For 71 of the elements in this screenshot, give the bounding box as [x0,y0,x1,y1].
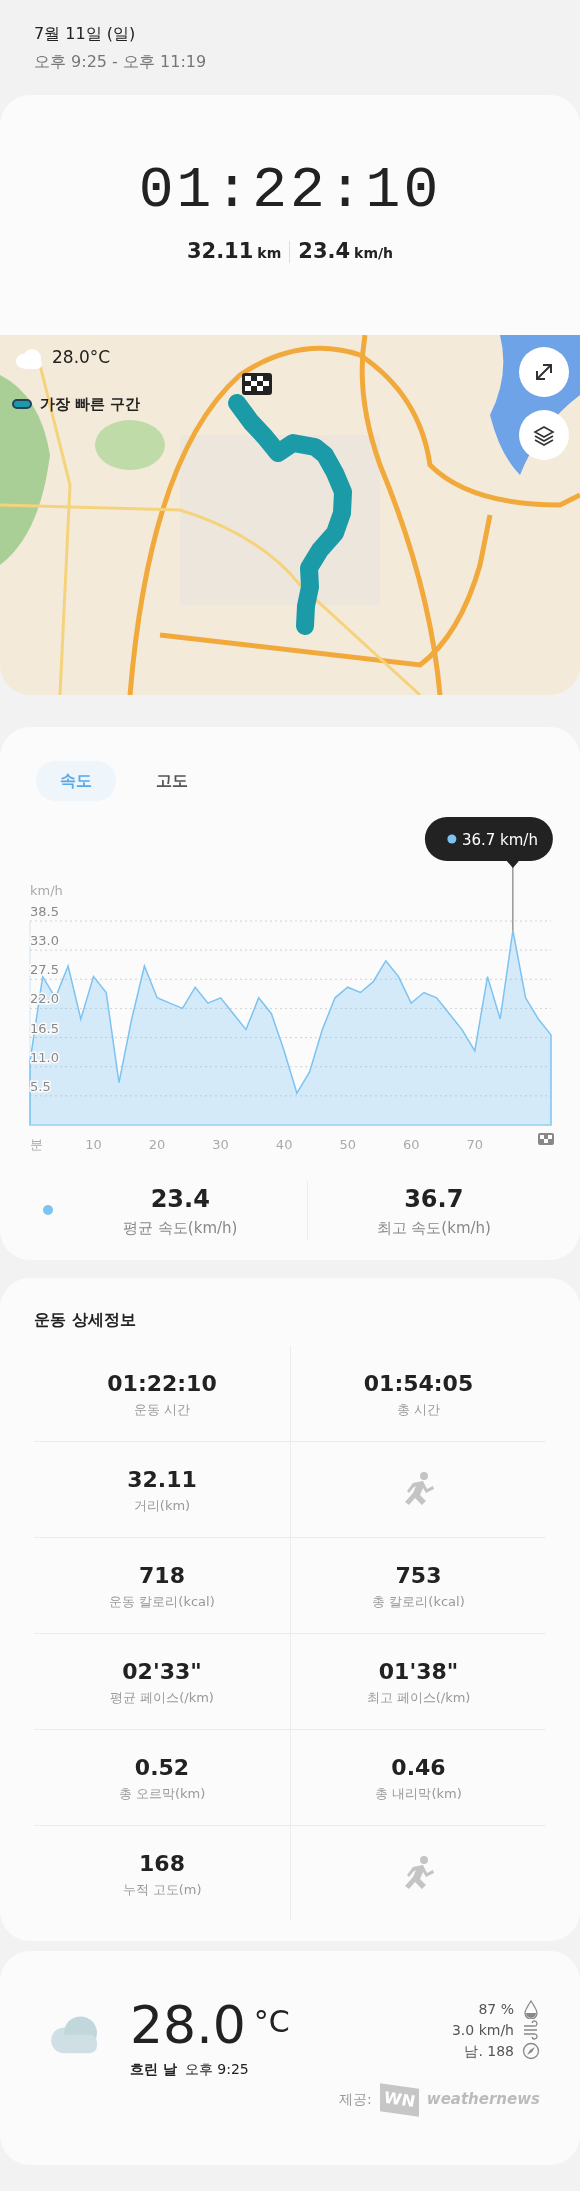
date-text: 7월 11일 (일) [34,23,137,45]
stat-value: 0.52 [134,1753,190,1782]
provider-name: weathernews [426,2089,540,2111]
axis-label: 70 [466,1137,484,1152]
marker-line [512,866,514,932]
stat-value: 753 [395,1561,442,1590]
stat-label: 총 오르막(km) [118,1784,206,1803]
stat-label: 평균 페이스(/km) [110,1688,214,1707]
stat-label: 운동 시간 [133,1400,191,1419]
stat-label: 평균 속도(km/h) [123,1218,238,1239]
legend-swatch-icon [12,399,32,410]
drop-icon [522,1999,540,2019]
stat-value: 01:22:10 [107,1369,217,1398]
axis-label: 10 [85,1137,102,1152]
axis-label: 50 [339,1137,356,1152]
axis-label: 30 [212,1137,229,1152]
map-temperature: 28.0°C [52,346,111,369]
chart-tab[interactable]: 고도 [132,761,212,801]
stat-label: 최고 속도(km/h) [376,1218,491,1239]
stat-label: 총 시간 [396,1400,441,1419]
wind-icon [522,2020,540,2040]
speed-value: 23.4 [298,238,351,266]
stat-value: 32.11 [127,1465,197,1494]
finish-flag-icon [242,373,272,395]
stat-value: 01'38" [378,1657,459,1686]
axis-label: 60 [402,1137,420,1152]
stat-label: 총 내리막(km) [375,1784,462,1803]
weather-condition: 흐린 날 [130,2059,177,2079]
axis-label: 27.5 [30,962,59,978]
weather-metric: 남. 188 [464,2041,514,2061]
axis-label: 40 [275,1137,293,1152]
legend-dot-icon [42,1204,54,1217]
stat-value: 01:54:05 [363,1369,474,1398]
finish-flag-icon [538,1133,554,1145]
legend-label: 가장 빠른 구간 [40,394,141,415]
stat-value: 0.46 [391,1753,446,1782]
axis-label: 11.0 [30,1049,59,1065]
distance-unit: km [257,244,282,264]
axis-label: 20 [148,1137,166,1152]
stat-label: 누적 고도(m) [122,1880,202,1899]
axis-label: 5.5 [30,1078,51,1094]
section-title: 운동 상세정보 [34,1308,137,1331]
axis-title: km/h [30,883,63,898]
layers-icon [533,424,555,446]
stat-value: 02'33" [122,1657,202,1686]
dot-icon [447,834,457,844]
stat-value: 36.7 [404,1184,464,1215]
stat-label: 운동 칼로리(kcal) [109,1592,215,1611]
provider-logo: WN [379,2082,419,2117]
provider-label: 제공: [339,2090,372,2109]
stat-label: 총 칼로리(kcal) [372,1592,465,1611]
tooltip-text: 36.7 km/h [461,831,538,849]
time-range-text: 오후 9:25 - 오후 11:19 [34,51,208,73]
temperature-value: 28.0 [130,1998,246,2051]
stat-value: 168 [139,1849,185,1878]
temperature-unit: °C [253,2002,290,2041]
stat-value: 23.4 [150,1184,210,1215]
weather-metric: 87 % [478,1999,514,2019]
axis-label: 38.5 [30,904,59,919]
expand-icon [533,361,555,383]
stat-value: 718 [139,1561,185,1590]
weather-metric: 3.0 km/h [451,2020,514,2040]
weather-time: 오후 9:25 [184,2059,249,2079]
axis-label: 분 [30,1137,43,1152]
axis-label: 33.0 [30,933,59,949]
duration-timer: 01:22:10 [138,162,442,221]
distance-value: 32.11 [186,238,254,266]
compass-icon [522,2041,540,2061]
speed-unit: km/h [354,244,394,264]
stat-label: 최고 페이스(/km) [366,1688,471,1707]
stat-label: 거리(km) [133,1496,191,1515]
